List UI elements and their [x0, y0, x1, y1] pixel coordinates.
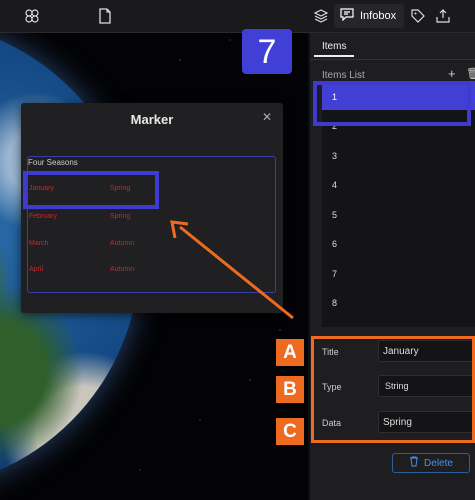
- annotation-arrow: [170, 220, 294, 320]
